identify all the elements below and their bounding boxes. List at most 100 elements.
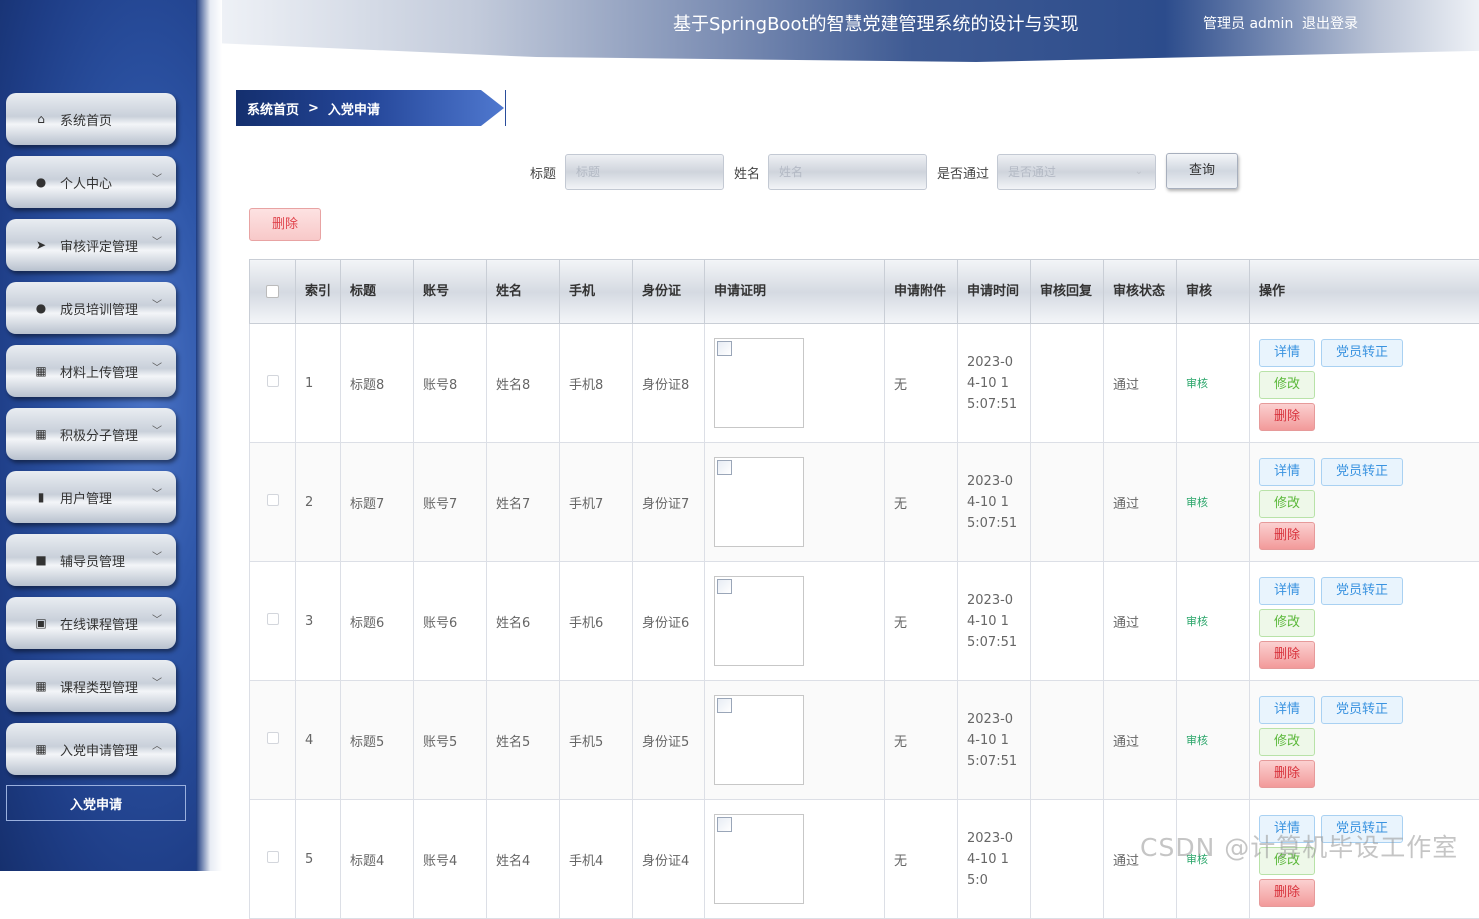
cell-proof (705, 800, 885, 919)
chevron-down-icon: ﹀ (152, 422, 162, 437)
delete-button[interactable]: 删除 (1259, 760, 1315, 788)
sidebar-item[interactable]: ▦入党申请管理︿ (6, 723, 176, 775)
delete-button[interactable]: 删除 (1259, 403, 1315, 431)
member-transfer-button[interactable]: 党员转正 (1321, 339, 1403, 367)
app-title: 基于SpringBoot的智慧党建管理系统的设计与实现 (673, 10, 1079, 36)
select-all-checkbox[interactable] (266, 285, 279, 298)
sidebar-item[interactable]: ▦ 课程类型管理 ﹀ (6, 660, 176, 712)
chevron-down-icon: ﹀ (152, 548, 162, 563)
detail-button[interactable]: 详情 (1259, 339, 1315, 367)
cell-status: 通过 (1104, 681, 1177, 800)
logout-link[interactable]: 退出登录 (1302, 13, 1358, 33)
sidebar-subitem-party-application[interactable]: 入党申请 (6, 785, 186, 821)
sidebar-item[interactable]: ●成员培训管理﹀ (6, 282, 176, 334)
header-audit: 审核 (1177, 260, 1250, 324)
cell-status: 通过 (1104, 562, 1177, 681)
audit-link[interactable]: 审核 (1186, 377, 1208, 390)
member-transfer-button[interactable]: 党员转正 (1321, 815, 1403, 843)
table-row: 2 标题7 账号7 姓名7 手机7 身份证7 无 2023-04-10 15:0… (250, 443, 1479, 562)
delete-button[interactable]: 删除 (1259, 522, 1315, 550)
detail-button[interactable]: 详情 (1259, 458, 1315, 486)
row-checkbox[interactable] (267, 375, 279, 387)
row-checkbox[interactable] (267, 494, 279, 506)
detail-button[interactable]: 详情 (1259, 815, 1315, 843)
batch-delete-button[interactable]: 删除 (249, 208, 321, 241)
cell-account: 账号5 (414, 681, 487, 800)
sidebar-item[interactable]: ▣在线课程管理﹀ (6, 597, 176, 649)
cell-index: 2 (296, 443, 341, 562)
sidebar-item[interactable]: ▦材料上传管理﹀ (6, 345, 176, 397)
row-checkbox[interactable] (267, 613, 279, 625)
edit-button[interactable]: 修改 (1259, 371, 1315, 399)
detail-button[interactable]: 详情 (1259, 577, 1315, 605)
cell-account: 账号8 (414, 324, 487, 443)
sidebar-item[interactable]: ▦积极分子管理﹀ (6, 408, 176, 460)
member-transfer-button[interactable]: 党员转正 (1321, 577, 1403, 605)
delete-button[interactable]: 删除 (1259, 641, 1315, 669)
audit-link[interactable]: 审核 (1186, 853, 1208, 866)
table-row: 1 标题8 账号8 姓名8 手机8 身份证8 无 2023-04-10 15:0… (250, 324, 1479, 443)
cell-audit: 审核 (1177, 562, 1250, 681)
cell-index: 4 (296, 681, 341, 800)
chevron-down-icon: ﹀ (152, 296, 162, 311)
breadcrumb-home[interactable]: 系统首页 (247, 99, 299, 118)
member-transfer-button[interactable]: 党员转正 (1321, 458, 1403, 486)
header-title: 标题 (341, 260, 414, 324)
title-filter-input[interactable]: 标题 (565, 154, 724, 190)
proof-image-placeholder[interactable] (714, 576, 804, 666)
cell-audit: 审核 (1177, 324, 1250, 443)
pass-filter-label: 是否通过 (937, 163, 989, 182)
video-icon: ■ (34, 553, 48, 567)
cell-name: 姓名6 (487, 562, 560, 681)
sidebar-item[interactable]: ➤审核评定管理﹀ (6, 219, 176, 271)
sidebar-item[interactable]: ⌂系统首页 (6, 93, 176, 145)
chevron-down-icon: ﹀ (152, 485, 162, 500)
sidebar-item-label: 课程类型管理 (60, 677, 138, 696)
cell-time: 2023-04-10 15:0 (958, 800, 1031, 919)
proof-image-placeholder[interactable] (714, 695, 804, 785)
header-account: 账号 (414, 260, 487, 324)
proof-image-placeholder[interactable] (714, 457, 804, 547)
edit-button[interactable]: 修改 (1259, 490, 1315, 518)
application-table: 索引 标题 账号 姓名 手机 身份证 申请证明 申请附件 申请时间 审核回复 审… (249, 259, 1479, 919)
header-idcard: 身份证 (633, 260, 705, 324)
grid-icon: ▦ (34, 679, 48, 693)
row-checkbox[interactable] (267, 732, 279, 744)
sidebar-item[interactable]: ●个人中心﹀ (6, 156, 176, 208)
edit-button[interactable]: 修改 (1259, 728, 1315, 756)
cell-time: 2023-04-10 15:07:51 (958, 443, 1031, 562)
detail-button[interactable]: 详情 (1259, 696, 1315, 724)
sidebar-item-label: 入党申请管理 (60, 740, 138, 759)
proof-image-placeholder[interactable] (714, 814, 804, 904)
table-row: 5 标题4 账号4 姓名4 手机4 身份证4 无 2023-04-10 15:0… (250, 800, 1479, 919)
member-transfer-button[interactable]: 党员转正 (1321, 696, 1403, 724)
proof-image-placeholder[interactable] (714, 338, 804, 428)
sidebar-item-label: 辅导员管理 (60, 551, 125, 570)
select-all-header[interactable] (250, 260, 296, 324)
header-reply: 审核回复 (1031, 260, 1104, 324)
cell-idcard: 身份证4 (633, 800, 705, 919)
cell-phone: 手机7 (560, 443, 633, 562)
row-checkbox[interactable] (267, 851, 279, 863)
cell-name: 姓名4 (487, 800, 560, 919)
pass-filter-select[interactable]: 是否通过 ⌄ (997, 154, 1156, 190)
cell-reply (1031, 800, 1104, 919)
audit-link[interactable]: 审核 (1186, 734, 1208, 747)
send-icon: ➤ (34, 238, 48, 252)
audit-link[interactable]: 审核 (1186, 615, 1208, 628)
cell-name: 姓名8 (487, 324, 560, 443)
audit-link[interactable]: 审核 (1186, 496, 1208, 509)
cell-time: 2023-04-10 15:07:51 (958, 324, 1031, 443)
chevron-down-icon: ﹀ (152, 674, 162, 689)
sidebar-item[interactable]: ■ 辅导员管理 ﹀ (6, 534, 176, 586)
cell-audit: 审核 (1177, 681, 1250, 800)
sidebar-edge (196, 0, 222, 871)
query-button[interactable]: 查询 (1166, 153, 1238, 189)
sidebar-item[interactable]: ▮用户管理﹀ (6, 471, 176, 523)
delete-button[interactable]: 删除 (1259, 879, 1315, 907)
cell-proof (705, 443, 885, 562)
name-filter-input[interactable]: 姓名 (768, 154, 927, 190)
cell-title: 标题8 (341, 324, 414, 443)
cell-attach: 无 (885, 681, 958, 800)
edit-button[interactable]: 修改 (1259, 609, 1315, 637)
